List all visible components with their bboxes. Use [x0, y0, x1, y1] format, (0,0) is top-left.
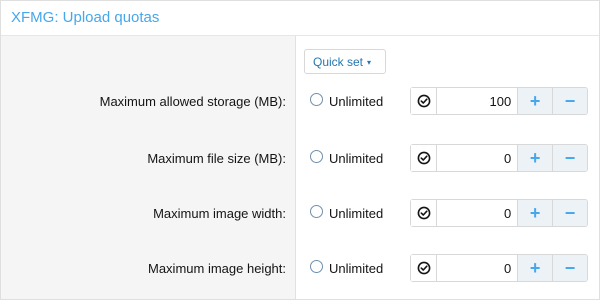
radio-icon[interactable] [310, 260, 323, 274]
number-input[interactable] [437, 88, 518, 114]
field-label: Maximum file size (MB): [147, 151, 286, 166]
field-row-max-storage: Maximum allowed storage (MB): Unlimited … [1, 87, 599, 117]
field-row-max-image-width: Maximum image width: Unlimited + − [1, 199, 599, 229]
unlimited-radio[interactable]: Unlimited [310, 87, 383, 117]
unlimited-label: Unlimited [329, 93, 384, 109]
number-stepper: + − [410, 144, 588, 172]
field-row-max-image-height: Maximum image height: Unlimited + − [1, 254, 599, 284]
number-stepper: + − [410, 87, 588, 115]
field-label: Maximum image width: [153, 206, 286, 221]
field-label: Maximum allowed storage (MB): [99, 94, 286, 109]
checked-radio[interactable] [411, 88, 438, 114]
check-circle-icon [417, 261, 430, 275]
field-label: Maximum image height: [148, 261, 286, 276]
number-stepper: + − [410, 199, 588, 227]
check-circle-icon [417, 94, 430, 108]
decrement-button[interactable]: − [552, 200, 587, 226]
number-input[interactable] [437, 255, 518, 281]
radio-icon[interactable] [310, 150, 323, 164]
quick-set-button[interactable]: Quick set ▾ [304, 49, 386, 74]
upload-quotas-panel: XFMG: Upload quotas Quick set ▾ Maximum a… [0, 0, 600, 300]
caret-down-icon: ▾ [367, 58, 372, 68]
unlimited-label: Unlimited [329, 260, 384, 276]
quick-set-label: Quick set [313, 55, 364, 69]
unlimited-radio[interactable]: Unlimited [310, 254, 383, 284]
checked-radio[interactable] [411, 255, 438, 281]
decrement-button[interactable]: − [552, 255, 587, 281]
number-input[interactable] [437, 145, 518, 171]
radio-icon[interactable] [310, 93, 323, 107]
unlimited-radio[interactable]: Unlimited [310, 199, 383, 229]
increment-button[interactable]: + [517, 200, 553, 226]
decrement-button[interactable]: − [552, 145, 587, 171]
panel-title: XFMG: Upload quotas [1, 1, 599, 36]
decrement-button[interactable]: − [552, 88, 587, 114]
number-input[interactable] [437, 200, 518, 226]
increment-button[interactable]: + [517, 145, 553, 171]
unlimited-label: Unlimited [329, 205, 384, 221]
unlimited-radio[interactable]: Unlimited [310, 144, 383, 174]
check-circle-icon [417, 151, 430, 165]
increment-button[interactable]: + [517, 255, 553, 281]
field-row-max-file-size: Maximum file size (MB): Unlimited + − [1, 144, 599, 174]
unlimited-label: Unlimited [329, 150, 384, 166]
checked-radio[interactable] [411, 145, 438, 171]
radio-icon[interactable] [310, 205, 323, 219]
check-circle-icon [417, 206, 430, 220]
checked-radio[interactable] [411, 200, 438, 226]
increment-button[interactable]: + [517, 88, 553, 114]
form-body: Quick set ▾ Maximum allowed storage (MB):… [1, 36, 599, 299]
number-stepper: + − [410, 254, 588, 282]
